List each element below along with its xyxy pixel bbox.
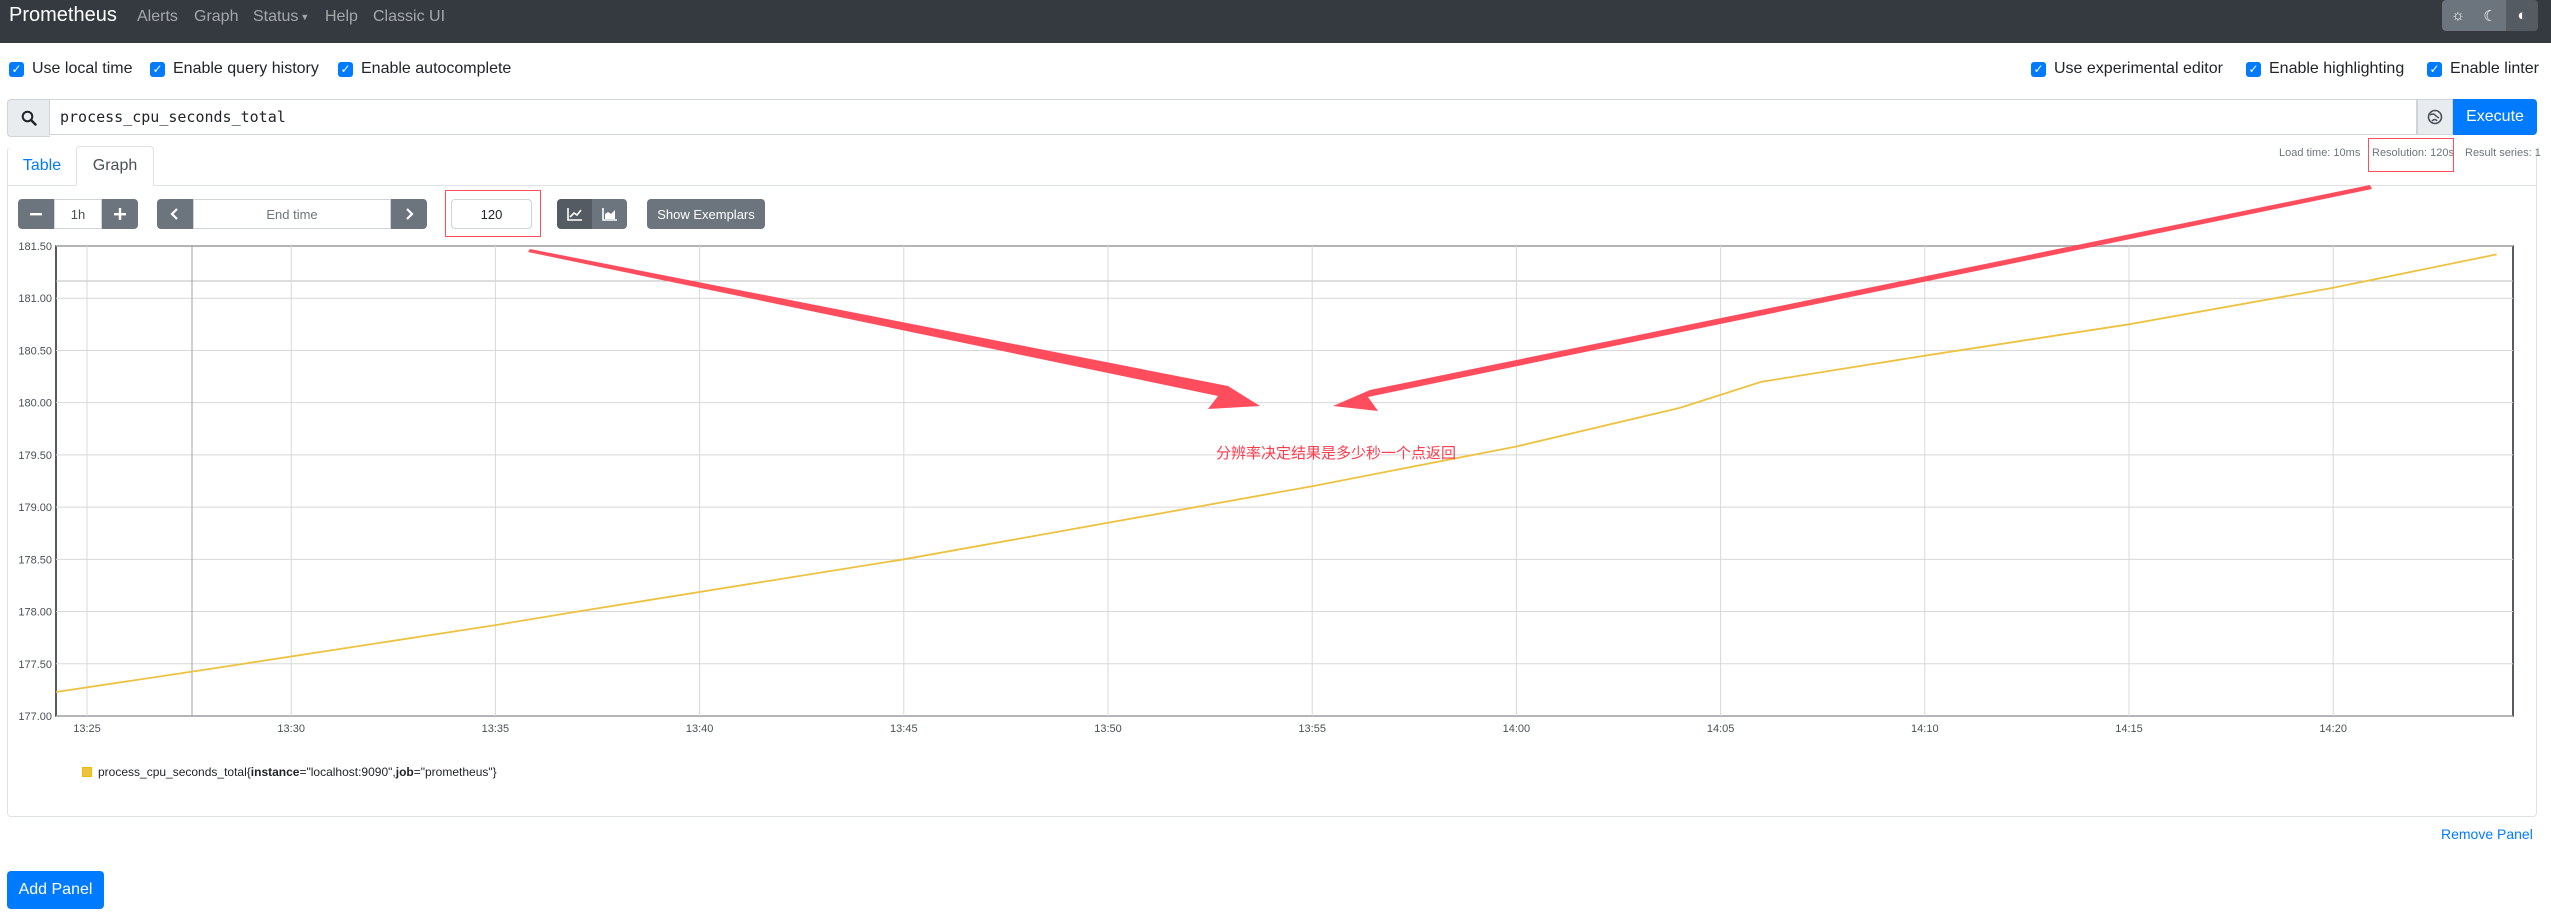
plot-area bbox=[55, 245, 2514, 717]
y-tick-label: 179.00 bbox=[18, 502, 52, 514]
x-tick-label: 14:15 bbox=[2115, 723, 2143, 735]
x-tick-label: 13:25 bbox=[73, 723, 101, 735]
x-tick-label: 14:00 bbox=[1503, 723, 1531, 735]
y-tick-label: 181.50 bbox=[18, 241, 52, 253]
x-tick-label: 13:50 bbox=[1094, 723, 1122, 735]
annotation-highlight-box bbox=[2368, 138, 2454, 172]
legend-label-value: ="prometheus" bbox=[413, 765, 493, 779]
x-tick-label: 13:30 bbox=[277, 723, 305, 735]
legend-label-key: job bbox=[395, 765, 414, 779]
annotation-text: 分辨率决定结果是多少秒一个点返回 bbox=[1216, 445, 1457, 462]
legend-brace-close: } bbox=[492, 765, 497, 779]
legend-item[interactable]: process_cpu_seconds_total{instance ="loca… bbox=[82, 765, 497, 779]
legend-swatch bbox=[82, 767, 92, 777]
y-tick-label: 177.00 bbox=[18, 711, 52, 723]
x-tick-label: 13:45 bbox=[890, 723, 918, 735]
y-tick-label: 178.50 bbox=[18, 554, 52, 566]
legend-metric-name: process_cpu_seconds_total bbox=[98, 765, 247, 779]
legend-label-key: instance bbox=[250, 765, 300, 779]
y-tick-label: 177.50 bbox=[18, 659, 52, 671]
legend-label-value: ="localhost:9090", bbox=[299, 765, 396, 779]
x-tick-label: 13:35 bbox=[482, 723, 510, 735]
y-tick-label: 178.00 bbox=[18, 607, 52, 619]
x-tick-label: 14:10 bbox=[1911, 723, 1939, 735]
annotation-highlight-box bbox=[445, 190, 541, 237]
x-tick-label: 14:20 bbox=[2319, 723, 2347, 735]
y-tick-label: 179.50 bbox=[18, 450, 52, 462]
y-tick-label: 181.00 bbox=[18, 293, 52, 305]
x-tick-label: 13:55 bbox=[1298, 723, 1326, 735]
y-tick-label: 180.50 bbox=[18, 345, 52, 357]
x-tick-label: 14:05 bbox=[1707, 723, 1735, 735]
y-tick-label: 180.00 bbox=[18, 398, 52, 410]
x-tick-label: 13:40 bbox=[686, 723, 714, 735]
add-panel-button[interactable]: Add Panel bbox=[7, 871, 104, 909]
remove-panel-link[interactable]: Remove Panel bbox=[2441, 826, 2533, 842]
